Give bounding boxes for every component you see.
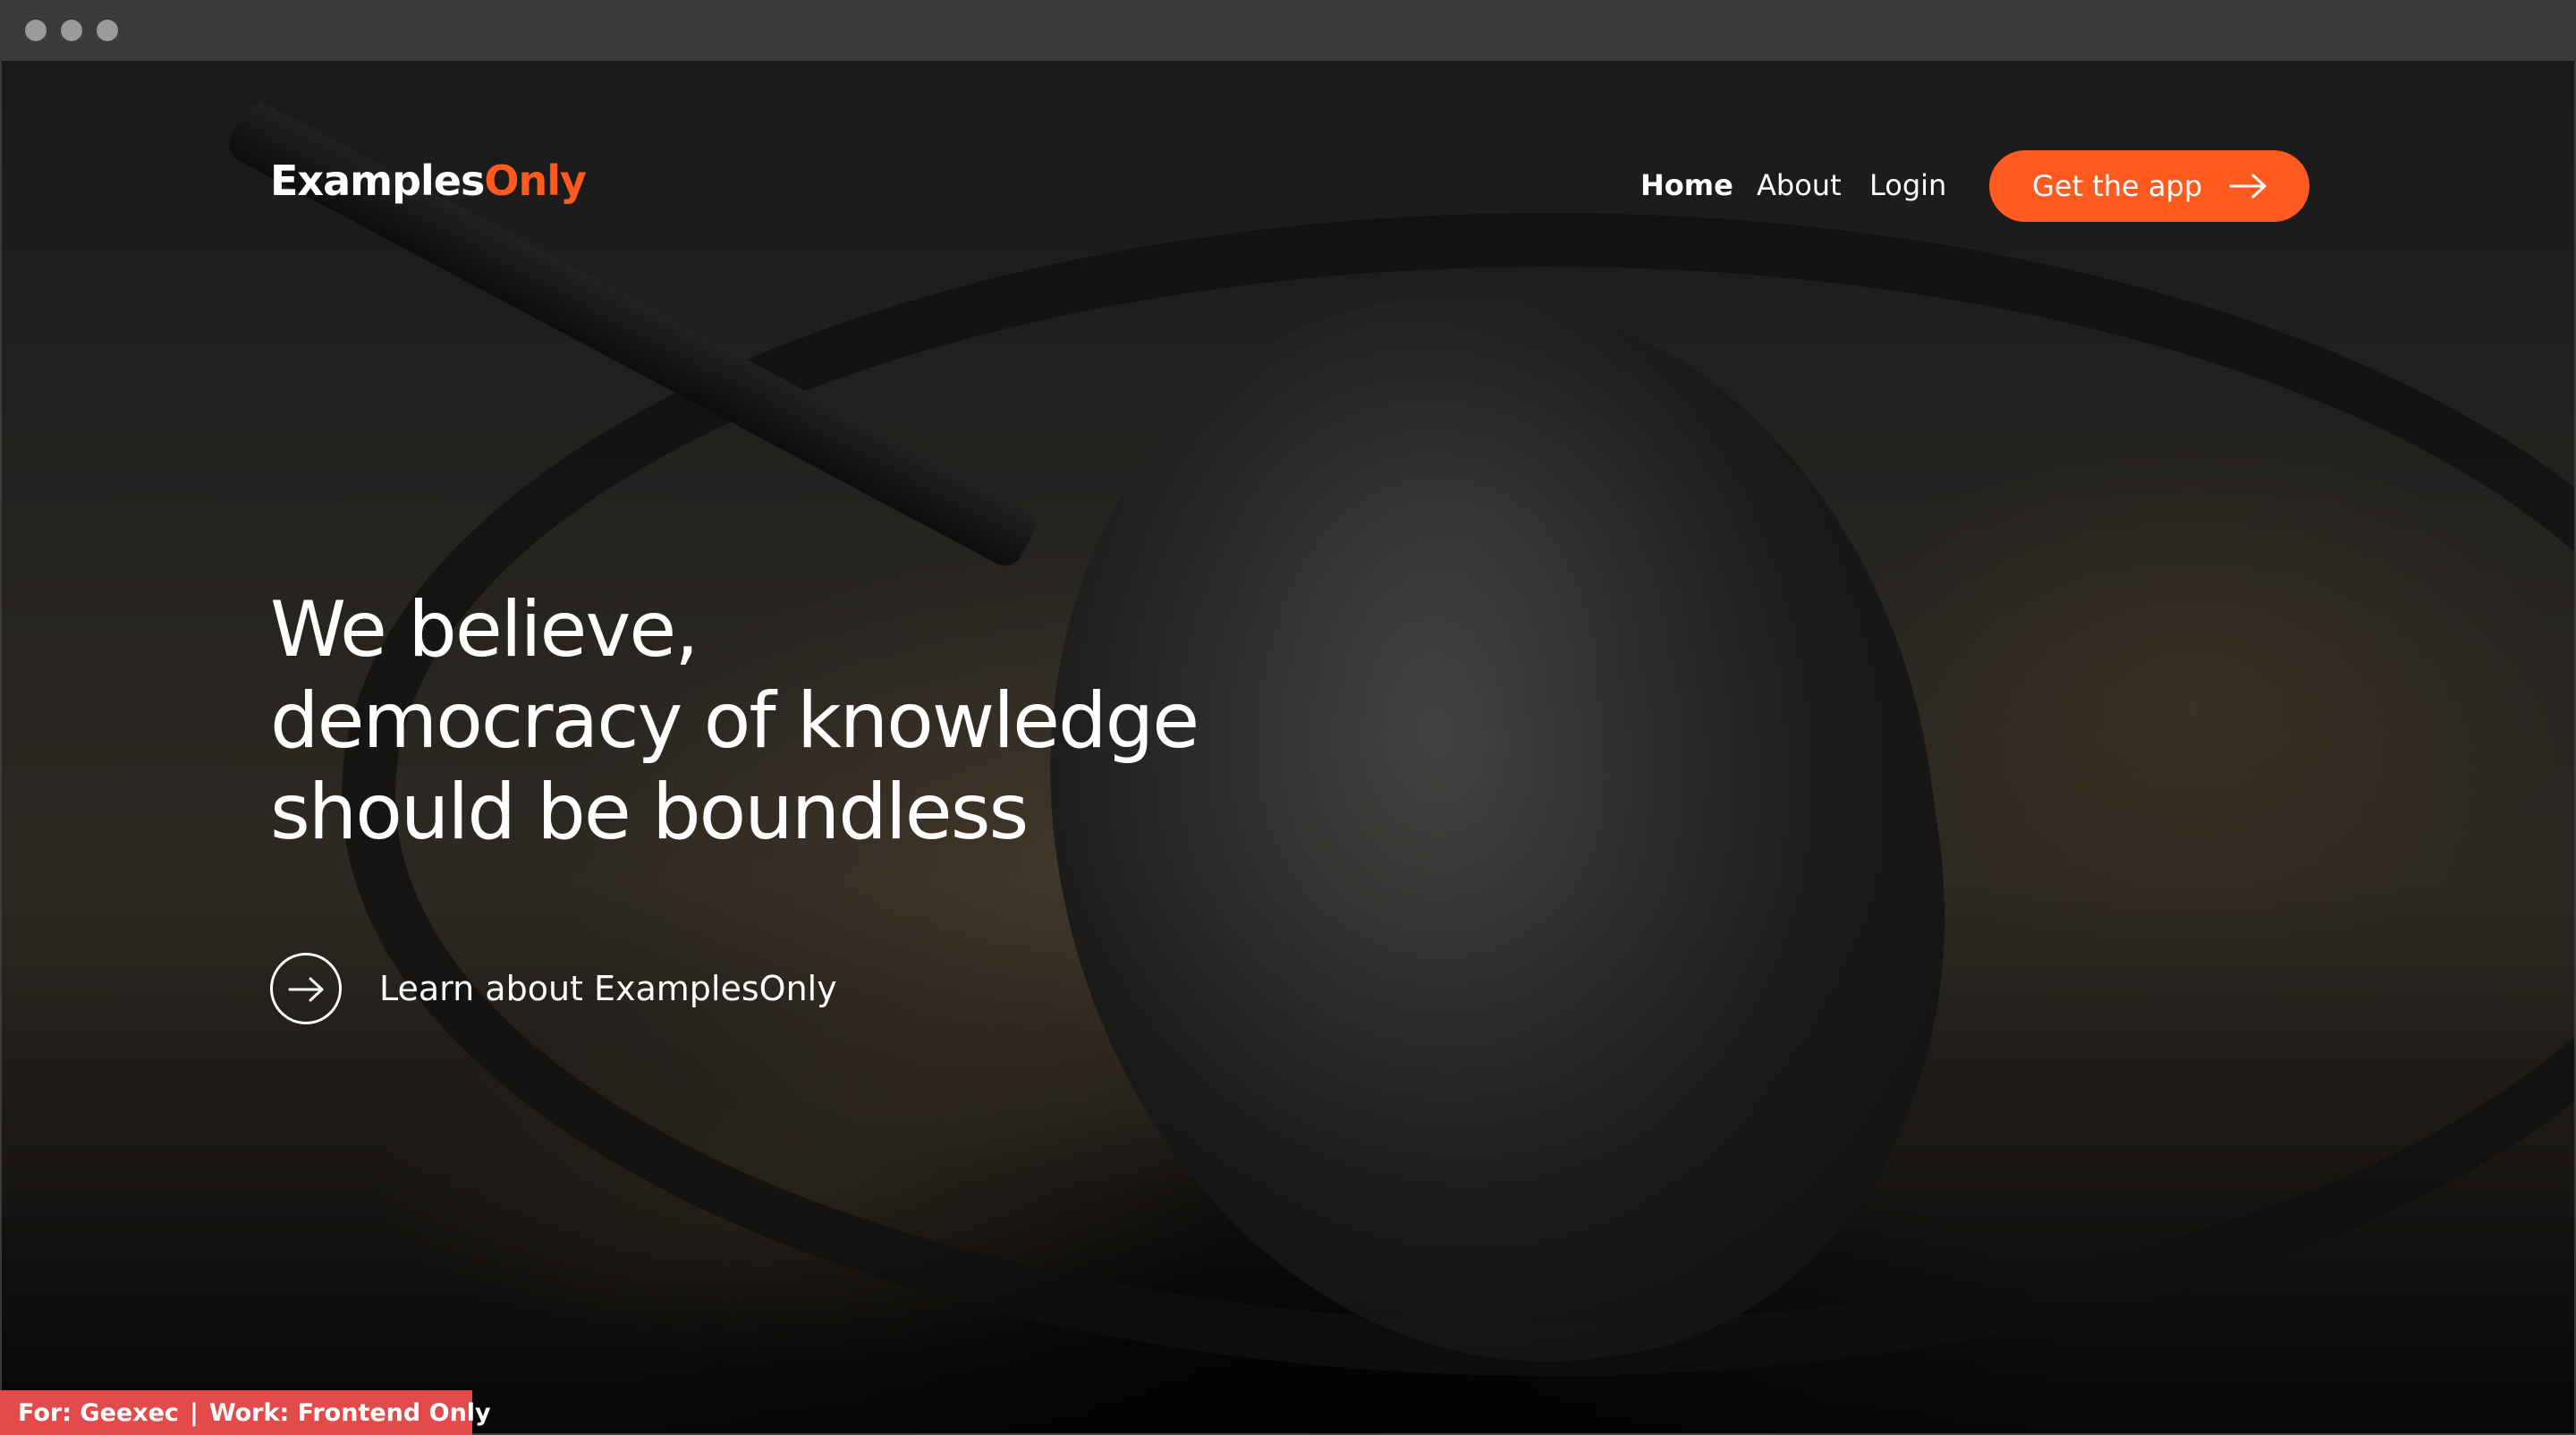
window-titlebar [0,0,2576,61]
brand-logo[interactable]: ExamplesOnly [270,157,587,205]
hero-headline-line-3: should be boundless [270,768,1029,857]
arrow-right-icon [2229,174,2267,199]
learn-more-button[interactable] [270,953,342,1024]
arrow-right-circle-icon [288,977,324,1002]
brand-logo-primary: Examples [270,157,485,205]
credit-for: For: Geexec [18,1398,179,1427]
hero-section: ExamplesOnly Home About Login Get the ap… [2,61,2574,1433]
browser-window: ExamplesOnly Home About Login Get the ap… [0,0,2576,1435]
credit-badge: For: Geexec | Work: Frontend Only [0,1390,491,1435]
maximize-window-button[interactable] [97,20,118,41]
learn-more-link[interactable]: Learn about ExamplesOnly [379,969,837,1008]
hero-headline: We believe, democracy of knowledge shoul… [270,584,1254,858]
hero-headline-line-1: We believe, [270,585,699,675]
nav-login-link[interactable]: Login [1869,168,1946,202]
credit-work: Work: Frontend Only [208,1398,491,1427]
credit-separator: | [189,1398,199,1427]
nav-about-link[interactable]: About [1757,168,1842,202]
get-the-app-label: Get the app [2032,169,2203,203]
brand-logo-accent: Only [484,157,587,205]
nav-home-link[interactable]: Home [1640,168,1733,202]
minimize-window-button[interactable] [61,20,82,41]
hero-headline-line-2: democracy of knowledge [270,676,1199,766]
get-the-app-button[interactable]: Get the app [1989,150,2309,222]
close-window-button[interactable] [25,20,47,41]
